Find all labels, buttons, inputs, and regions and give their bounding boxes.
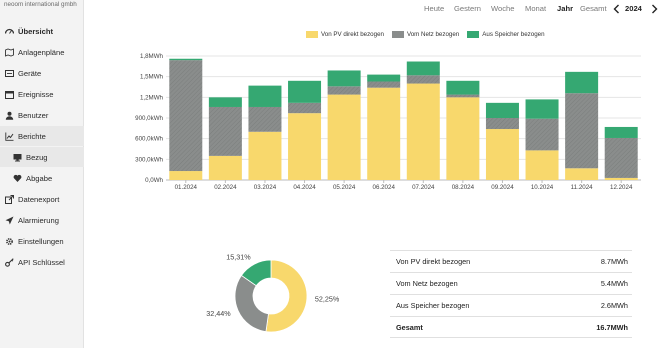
- table-row: Von PV direkt bezogen 8.7MWh: [390, 250, 632, 272]
- x-tick-label: 02.2024: [214, 184, 237, 191]
- bar-segment-netz[interactable]: [446, 94, 480, 98]
- bar-segment-pv[interactable]: [169, 171, 203, 180]
- sidebar-item-label: Einstellungen: [18, 236, 64, 246]
- row-label: Gesamt: [396, 322, 423, 332]
- y-tick-label: 1,8MWh: [140, 53, 164, 60]
- bar-segment-speicher[interactable]: [485, 102, 519, 118]
- x-tick-label: 05.2024: [333, 184, 356, 191]
- row-value: 5.4MWh: [600, 279, 628, 288]
- key-icon: [5, 257, 14, 267]
- y-tick-label: 1,5MWh: [140, 74, 164, 81]
- row-label: Vom Netz bezogen: [396, 279, 458, 288]
- bar-segment-speicher[interactable]: [208, 97, 242, 107]
- x-tick-label: 11.2024: [571, 184, 593, 191]
- row-value: 16.7MWh: [596, 322, 628, 332]
- bar-segment-pv[interactable]: [485, 129, 519, 180]
- bar-segment-netz[interactable]: [406, 75, 440, 84]
- y-tick-label: 1,2MWh: [140, 94, 164, 101]
- y-tick-label: 900,0kWh: [135, 115, 163, 122]
- row-value: 8.7MWh: [600, 257, 628, 266]
- bar-segment-speicher[interactable]: [446, 80, 480, 95]
- bar-segment-netz[interactable]: [169, 60, 203, 172]
- row-label: Von PV direkt bezogen: [396, 257, 471, 266]
- share-donut-chart: 52,25% 32,44% 15,31%: [206, 252, 340, 333]
- bar-segment-speicher[interactable]: [169, 58, 203, 61]
- x-tick-label: 06.2024: [373, 184, 396, 191]
- bar-segment-pv[interactable]: [446, 97, 480, 180]
- bar-segment-speicher[interactable]: [406, 61, 440, 76]
- bar-segment-pv[interactable]: [248, 131, 282, 180]
- x-tick-label: 07.2024: [412, 184, 435, 191]
- x-tick-label: 08.2024: [452, 184, 475, 191]
- bar-segment-netz[interactable]: [288, 102, 322, 114]
- bar-segment-pv[interactable]: [208, 155, 242, 180]
- bar-segment-netz[interactable]: [208, 106, 242, 156]
- table-row-total: Gesamt 16.7MWh: [390, 316, 632, 338]
- bar-segment-netz[interactable]: [327, 86, 361, 95]
- donut-percent-label: 32,44%: [206, 309, 231, 318]
- bar-segment-pv[interactable]: [525, 150, 559, 180]
- y-tick-label: 0,0Wh: [145, 177, 163, 184]
- bar-segment-speicher[interactable]: [525, 99, 559, 119]
- bar-segment-netz[interactable]: [485, 118, 519, 130]
- sidebar-item-api-schluessel[interactable]: API Schlüssel: [0, 252, 84, 272]
- donut-percent-label: 52,25%: [315, 295, 340, 304]
- sidebar-item-label: API Schlüssel: [18, 257, 65, 267]
- bar-segment-netz[interactable]: [604, 137, 638, 178]
- bar-segment-netz[interactable]: [565, 93, 599, 169]
- monthly-bar-chart: 0,0Wh 300,0kWh 600,0kWh 900,0kWh 1,2MWh 1,5MW…: [135, 53, 641, 191]
- y-tick-label: 300,0kWh: [135, 156, 163, 163]
- alarm-icon: [5, 216, 14, 225]
- x-tick-label: 10.2024: [531, 184, 554, 191]
- bar-segment-speicher[interactable]: [327, 70, 361, 87]
- bar-segment-speicher[interactable]: [565, 71, 599, 94]
- donut-percent-label: 15,31%: [226, 252, 251, 261]
- donut-slice-pv[interactable]: [265, 259, 308, 333]
- row-value: 2.6MWh: [600, 301, 628, 310]
- x-tick-label: 01.2024: [175, 184, 198, 191]
- sidebar-item-label: Alarmierung: [18, 215, 59, 225]
- bar-segment-netz[interactable]: [367, 81, 401, 88]
- bar-segment-pv[interactable]: [327, 94, 361, 180]
- bar-segment-speicher[interactable]: [288, 80, 322, 103]
- table-row: Vom Netz bezogen 5.4MWh: [390, 272, 632, 294]
- row-label: Aus Speicher bezogen: [396, 301, 470, 310]
- sidebar-item-alarmierung[interactable]: Alarmierung: [0, 210, 84, 230]
- x-tick-label: 04.2024: [293, 184, 316, 191]
- bar-segment-speicher[interactable]: [367, 74, 401, 82]
- bar-segment-pv[interactable]: [604, 177, 638, 180]
- table-row: Aus Speicher bezogen 2.6MWh: [390, 294, 632, 316]
- bar-segment-pv[interactable]: [288, 113, 322, 180]
- bar-segment-pv[interactable]: [367, 87, 401, 180]
- bar-segment-speicher[interactable]: [604, 126, 638, 138]
- bar-segment-speicher[interactable]: [248, 85, 282, 107]
- bar-segment-pv[interactable]: [565, 168, 599, 180]
- bar-segment-netz[interactable]: [248, 106, 282, 132]
- y-tick-label: 600,0kWh: [135, 136, 163, 143]
- bar-segment-pv[interactable]: [406, 83, 440, 180]
- x-tick-label: 09.2024: [491, 184, 514, 191]
- x-tick-label: 03.2024: [254, 184, 277, 191]
- donut-slice-netz[interactable]: [234, 274, 269, 333]
- summary-table: Von PV direkt bezogen 8.7MWh Vom Netz be…: [390, 250, 632, 338]
- sidebar-item-einstellungen[interactable]: Einstellungen: [0, 231, 84, 251]
- x-tick-label: 12.2024: [610, 184, 633, 191]
- bar-segment-netz[interactable]: [525, 118, 559, 151]
- gear-icon: [5, 237, 14, 246]
